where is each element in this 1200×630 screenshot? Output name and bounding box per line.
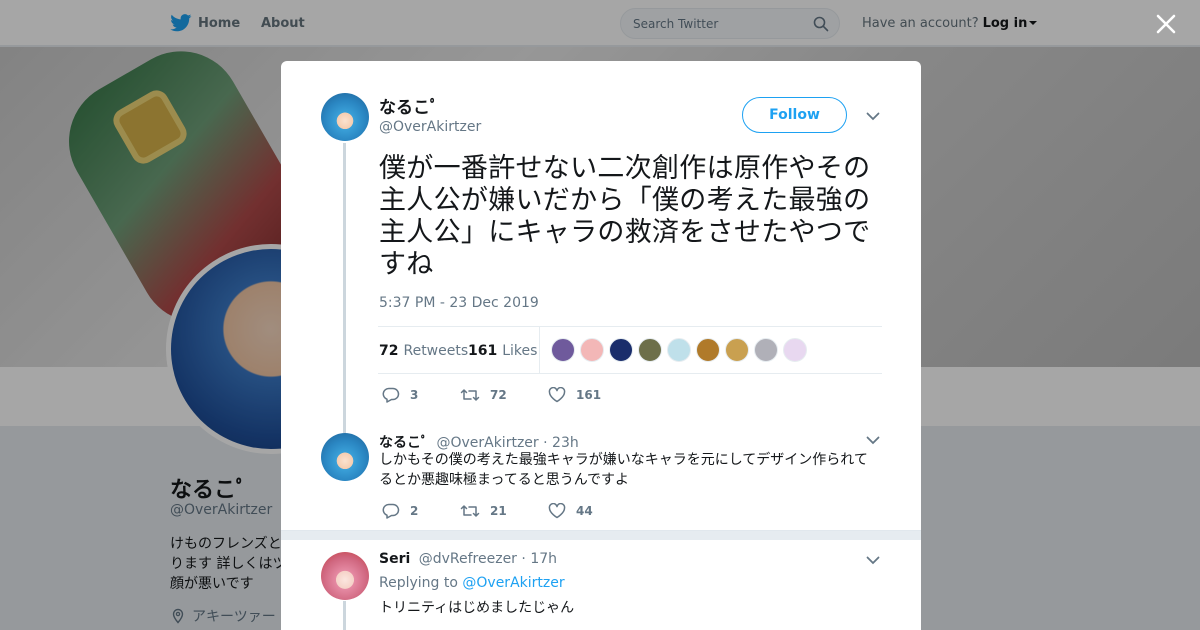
tweet-actions: 3 72 161 — [382, 385, 628, 405]
stats-divider — [539, 327, 540, 374]
liker-avatar[interactable] — [754, 338, 778, 362]
likes-count: 161 — [468, 342, 498, 359]
dot-separator: · — [521, 551, 531, 567]
retweets-count: 72 — [379, 342, 399, 359]
reply-actions: 2 21 44 — [382, 501, 628, 521]
reply-author-name[interactable]: なるこﾟ — [379, 435, 428, 451]
reply-time[interactable]: 17h — [530, 551, 557, 567]
tweet-permalink-modal: なるこﾟ @OverAkirtzer Follow 僕が一番許せない二次創作は原… — [281, 61, 921, 630]
likes-label: Likes — [502, 342, 538, 359]
reply-time[interactable]: 23h — [552, 435, 579, 451]
tweet-timestamp[interactable]: 5:37 PM - 23 Dec 2019 — [379, 295, 539, 311]
thread-connector — [343, 143, 346, 433]
reply-author-handle[interactable]: @dvRefreezer — [419, 551, 517, 567]
like-count: 44 — [576, 504, 593, 518]
liker-avatar[interactable] — [551, 338, 575, 362]
liker-avatar[interactable] — [783, 338, 807, 362]
reply-count: 2 — [410, 504, 419, 518]
tweet-author-name[interactable]: なるこﾟ — [379, 93, 439, 118]
chevron-down-icon[interactable] — [866, 436, 880, 445]
likes-stat[interactable]: 161 Likes — [468, 327, 537, 374]
like-button[interactable]: 161 — [548, 387, 628, 403]
chevron-down-icon[interactable] — [866, 556, 880, 565]
reply-author-handle[interactable]: @OverAkirtzer — [436, 435, 538, 451]
replying-to-prefix: Replying to — [379, 575, 458, 591]
retweets-stat[interactable]: 72 Retweets — [379, 327, 468, 374]
tweet-stats: 72 Retweets 161 Likes — [378, 326, 882, 374]
liker-avatar[interactable] — [580, 338, 604, 362]
replying-to-link[interactable]: @OverAkirtzer — [462, 575, 564, 591]
retweet-count: 21 — [490, 504, 507, 518]
thread-connector — [343, 601, 346, 630]
replying-to: Replying to @OverAkirtzer — [379, 575, 565, 591]
retweet-count: 72 — [490, 388, 507, 402]
avatar[interactable] — [321, 433, 369, 481]
reply-header: なるこﾟ @OverAkirtzer · 23h — [379, 432, 579, 452]
thread-separator — [281, 530, 921, 540]
close-icon[interactable] — [1154, 12, 1178, 36]
follow-button[interactable]: Follow — [742, 97, 847, 133]
avatar[interactable] — [321, 552, 369, 600]
liker-avatar[interactable] — [667, 338, 691, 362]
reply-count: 3 — [410, 388, 419, 402]
reply-icon — [382, 387, 400, 403]
retweet-icon — [460, 505, 480, 517]
reply-button[interactable]: 2 — [382, 503, 460, 519]
reply-text: しかもその僕の考えた最強キャラが嫌いなキャラを元にしてデザイン作られてるとか悪趣… — [379, 452, 868, 488]
likers-avatar-row — [551, 338, 812, 364]
like-count: 161 — [576, 388, 602, 402]
retweet-button[interactable]: 72 — [460, 387, 548, 403]
liker-avatar[interactable] — [725, 338, 749, 362]
reply-text: トリニティはじめましたじゃん — [379, 600, 575, 616]
chevron-down-icon[interactable] — [866, 112, 880, 121]
liker-avatar[interactable] — [696, 338, 720, 362]
liker-avatar[interactable] — [638, 338, 662, 362]
dot-separator: · — [543, 435, 553, 451]
avatar[interactable] — [321, 93, 369, 141]
reply-header: Seri @dvRefreezer · 17h — [379, 551, 557, 567]
retweets-label: Retweets — [403, 342, 469, 359]
retweet-button[interactable]: 21 — [460, 503, 548, 519]
tweet-text: 僕が一番許せない二次創作は原作やその主人公が嫌いだから「僕の考えた最強の主人公」… — [379, 153, 871, 280]
liker-avatar[interactable] — [609, 338, 633, 362]
reply-icon — [382, 503, 400, 519]
heart-icon — [548, 503, 566, 519]
like-button[interactable]: 44 — [548, 503, 628, 519]
reply-author-name[interactable]: Seri — [379, 551, 410, 567]
tweet-author-handle[interactable]: @OverAkirtzer — [379, 119, 481, 135]
reply-button[interactable]: 3 — [382, 387, 460, 403]
heart-icon — [548, 387, 566, 403]
retweet-icon — [460, 389, 480, 401]
